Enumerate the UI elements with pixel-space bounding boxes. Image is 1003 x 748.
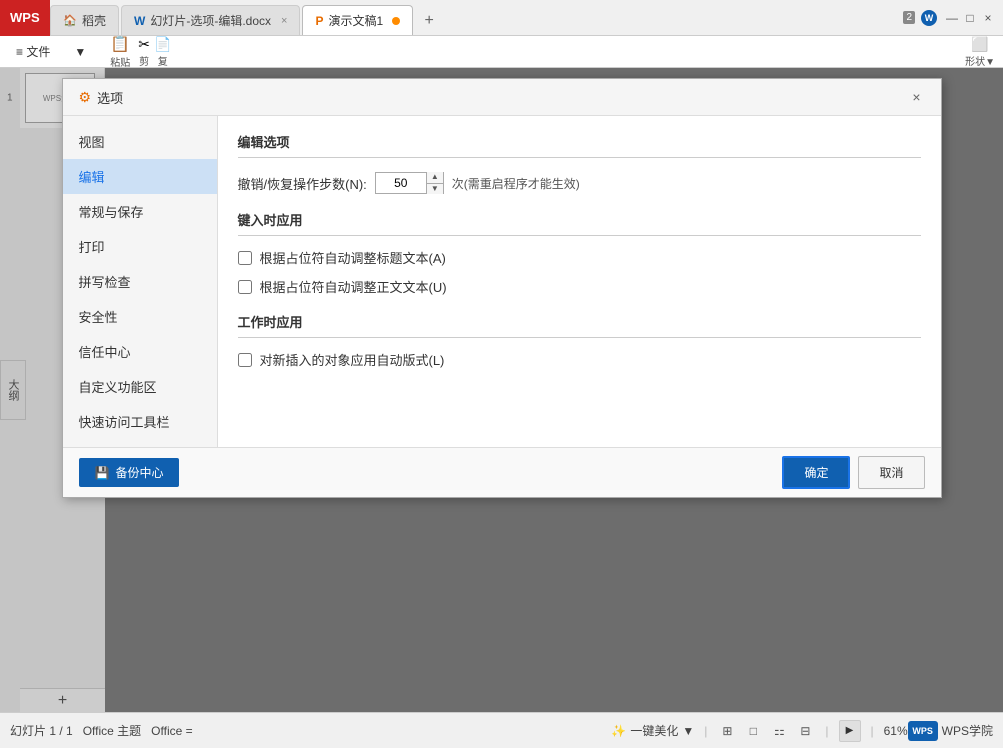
- checkbox-title-auto-row: 根据占位符自动调整标题文本(A): [238, 248, 921, 267]
- tab-present-label: 演示文稿1: [328, 12, 383, 29]
- wps-academy-label: WPS学院: [942, 722, 993, 739]
- undo-number-input[interactable]: [376, 173, 426, 193]
- unsaved-dot: [392, 17, 400, 25]
- close-button[interactable]: ×: [981, 11, 995, 25]
- tab-doc-label: 幻灯片-选项-编辑.docx: [150, 12, 271, 29]
- wps-cloud-icon[interactable]: W: [921, 10, 937, 26]
- spin-buttons: ▲ ▼: [426, 172, 443, 194]
- dialog-title-icon: ⚙: [79, 89, 92, 106]
- work-apply-header: 工作时应用: [238, 312, 921, 338]
- backup-center-button[interactable]: 💾 备份中心: [79, 458, 180, 487]
- undo-label: 撤销/恢复操作步数(N):: [238, 174, 367, 193]
- shape-button[interactable]: ⬜ 形状▼: [965, 36, 995, 68]
- theme-label: Office 主题: [83, 722, 141, 739]
- main-section-header: 编辑选项: [238, 132, 921, 158]
- checkbox-autoformat-row: 对新插入的对象应用自动版式(L): [238, 350, 921, 369]
- options-dialog: ⚙ 选项 × 视图 编辑 常规与保存 打印 拼写检查 安全性 信任中心 自定义功…: [62, 78, 942, 498]
- options-sidebar: 视图 编辑 常规与保存 打印 拼写检查 安全性 信任中心 自定义功能区 快速访问…: [63, 116, 218, 447]
- tab-daoke-icon: 🏠: [63, 14, 77, 28]
- tab-daoke[interactable]: 🏠 稻壳: [50, 5, 119, 35]
- play-button[interactable]: ▶: [839, 720, 861, 742]
- sidebar-item-print[interactable]: 打印: [63, 229, 217, 264]
- undo-steps-row: 撤销/恢复操作步数(N): ▲ ▼ 次(需重启程序才能生效): [238, 172, 921, 194]
- spin-down-button[interactable]: ▼: [427, 184, 443, 195]
- dialog-overlay: ⚙ 选项 × 视图 编辑 常规与保存 打印 拼写检查 安全性 信任中心 自定义功…: [0, 68, 1003, 712]
- view-btn-2[interactable]: □: [743, 721, 763, 741]
- wps-logo: WPS: [0, 0, 50, 36]
- titlebar: WPS 🏠 稻壳 W 幻灯片-选项-编辑.docx × P 演示文稿1 + 2 …: [0, 0, 1003, 36]
- statusbar-left: 幻灯片 1 / 1 Office 主题 Office =: [10, 722, 611, 739]
- footer-right-buttons: 确定 取消: [782, 456, 924, 489]
- file-menu-button[interactable]: ≡ 文件: [8, 40, 58, 63]
- sidebar-item-spell[interactable]: 拼写检查: [63, 264, 217, 299]
- ribbon-area: ≡ 文件 ▼ 📋 粘贴 ✂ 剪 📄 复 ⬜ 形状▼: [0, 36, 1003, 68]
- copy-button[interactable]: 📄 复: [154, 36, 171, 68]
- minimize-button[interactable]: —: [945, 11, 959, 25]
- checkbox-autoformat[interactable]: [238, 353, 252, 367]
- wps-academy-button[interactable]: WPS WPS学院: [908, 721, 993, 741]
- dialog-close-button[interactable]: ×: [908, 87, 924, 107]
- beautify-label: 一键美化: [630, 722, 678, 739]
- statusbar: 幻灯片 1 / 1 Office 主题 Office = ✨ 一键美化 ▼ | …: [0, 712, 1003, 748]
- dialog-title-text: 选项: [97, 88, 123, 107]
- view-btn-3[interactable]: ⚏: [769, 721, 789, 741]
- tab-doc-wps-icon: W: [134, 14, 145, 28]
- checkbox-body-auto-row: 根据占位符自动调整正文文本(U): [238, 277, 921, 296]
- sidebar-item-customize[interactable]: 自定义功能区: [63, 369, 217, 404]
- beautify-icon: ✨: [611, 724, 626, 738]
- dialog-footer: 💾 备份中心 确定 取消: [63, 447, 941, 497]
- statusbar-center: ✨ 一键美化 ▼ | ⊞ □ ⚏ ⊟ | ▶ | 61%: [611, 720, 907, 742]
- tab-doc-close[interactable]: ×: [281, 15, 287, 27]
- dialog-title-content: ⚙ 选项: [79, 88, 124, 107]
- undo-input-group: ▲ ▼: [375, 172, 444, 194]
- ok-button[interactable]: 确定: [782, 456, 850, 489]
- cancel-button[interactable]: 取消: [858, 456, 924, 489]
- paste-button[interactable]: 📋 粘贴: [110, 34, 130, 69]
- view-btn-1[interactable]: ⊞: [717, 721, 737, 741]
- beautify-button[interactable]: ✨ 一键美化 ▼: [611, 722, 694, 739]
- checkbox-title-auto-label: 根据占位符自动调整标题文本(A): [260, 248, 446, 267]
- slide-info: 幻灯片 1 / 1: [10, 722, 73, 739]
- checkbox-body-auto-label: 根据占位符自动调整正文文本(U): [260, 277, 447, 296]
- sidebar-item-edit[interactable]: 编辑: [63, 159, 217, 194]
- tabs-area: 🏠 稻壳 W 幻灯片-选项-编辑.docx × P 演示文稿1 +: [50, 0, 895, 35]
- cut-button[interactable]: ✂ 剪: [138, 36, 150, 68]
- new-tab-button[interactable]: +: [415, 7, 443, 35]
- tab-present[interactable]: P 演示文稿1: [302, 5, 413, 35]
- sidebar-item-quickaccess[interactable]: 快速访问工具栏: [63, 404, 217, 439]
- beautify-dropdown: ▼: [682, 724, 694, 738]
- office-eq: Office =: [151, 724, 192, 738]
- checkbox-body-auto[interactable]: [238, 280, 252, 294]
- undo-suffix: 次(需重启程序才能生效): [452, 175, 580, 192]
- spin-up-button[interactable]: ▲: [427, 172, 443, 184]
- wps-academy-logo: WPS: [908, 721, 938, 741]
- maximize-button[interactable]: □: [963, 11, 977, 25]
- tab-present-icon: P: [315, 14, 323, 28]
- tab-daoke-label: 稻壳: [82, 12, 106, 29]
- backup-center-icon: 💾: [95, 466, 110, 480]
- zoom-level: 61%: [884, 724, 908, 738]
- sidebar-item-trust[interactable]: 信任中心: [63, 334, 217, 369]
- sidebar-item-security[interactable]: 安全性: [63, 299, 217, 334]
- sidebar-item-general[interactable]: 常规与保存: [63, 194, 217, 229]
- dialog-titlebar: ⚙ 选项 ×: [63, 79, 941, 116]
- statusbar-right: WPS WPS学院: [908, 721, 993, 741]
- type-apply-header: 键入时应用: [238, 210, 921, 236]
- options-content: 编辑选项 撤销/恢复操作步数(N): ▲ ▼ 次(需重启程序才能生效): [218, 116, 941, 447]
- backup-center-label: 备份中心: [115, 464, 163, 481]
- tab-count-badge: 2: [903, 11, 915, 24]
- titlebar-controls: 2 W — □ ×: [895, 10, 1003, 26]
- main-area: 大纲 1 WPS演示 + ⚙ 选项 ×: [0, 68, 1003, 712]
- sidebar-item-view[interactable]: 视图: [63, 124, 217, 159]
- view-btn-4[interactable]: ⊟: [795, 721, 815, 741]
- dialog-body: 视图 编辑 常规与保存 打印 拼写检查 安全性 信任中心 自定义功能区 快速访问…: [63, 116, 941, 447]
- ribbon-dropdown[interactable]: ▼: [66, 42, 94, 62]
- tab-doc[interactable]: W 幻灯片-选项-编辑.docx ×: [121, 5, 300, 35]
- checkbox-title-auto[interactable]: [238, 251, 252, 265]
- checkbox-autoformat-label: 对新插入的对象应用自动版式(L): [260, 350, 445, 369]
